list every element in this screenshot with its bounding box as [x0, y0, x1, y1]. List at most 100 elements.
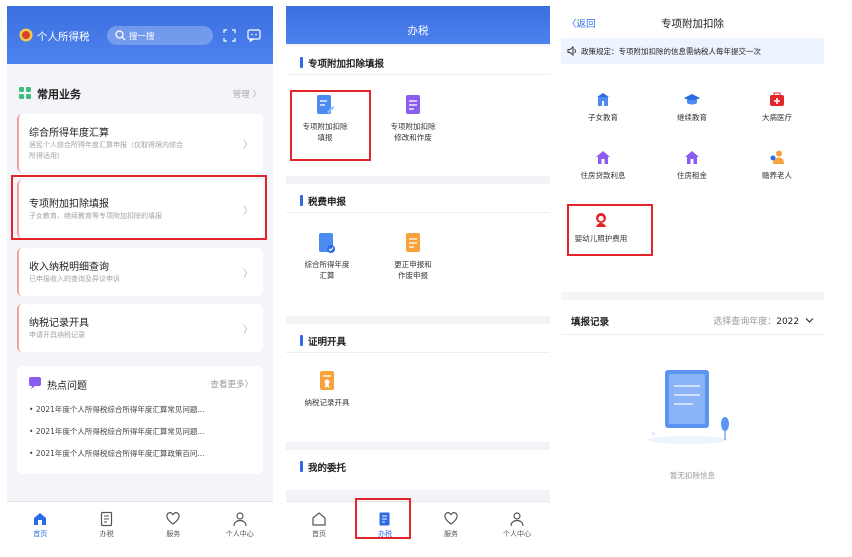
tab-profile[interactable]: 个人中心 — [220, 511, 260, 539]
hot-item-text: 2021年度个人所得税综合所得年度汇算政策百问... — [35, 449, 205, 458]
tile-label: 修改和作废 — [394, 133, 432, 142]
category-continuing-education[interactable]: 继续教育 — [657, 92, 727, 123]
section-accent — [300, 461, 303, 472]
divider — [286, 212, 550, 213]
service-card-tax-record[interactable]: 纳税记录开具 申请开具纳税记录 〉 — [17, 304, 263, 352]
policy-notice: 政策规定：专项附加扣除的信息需纳税人每年提交一次 — [561, 38, 824, 64]
message-icon[interactable] — [247, 29, 261, 42]
category-housing-loan[interactable]: 住房贷款利息 — [568, 150, 638, 181]
tile-correction[interactable]: 更正申报和 作废申报 — [378, 232, 448, 281]
home-header: 个人所得税 搜一搜 — [7, 6, 273, 64]
category-label: 赡养老人 — [762, 171, 792, 180]
graduation-cap-icon — [684, 94, 700, 105]
section-accent — [300, 57, 303, 68]
tile-label: 作废申报 — [398, 271, 428, 280]
chevron-right-icon: 〉 — [243, 325, 253, 336]
tab-service[interactable]: 服务 — [153, 511, 193, 539]
home-screen: 个人所得税 搜一搜 常用业务 管理 〉 综合所得年度汇算 居民个人综合所得年度汇… — [7, 6, 273, 547]
search-icon — [115, 30, 126, 41]
document-edit-icon — [100, 511, 112, 526]
gap — [561, 292, 824, 300]
manage-link[interactable]: 管理 〉 — [233, 88, 261, 100]
tab-label: 办税 — [99, 529, 114, 538]
service-desc: 居民个人综合所得年度汇算申报（仅取得境内综合 — [29, 141, 183, 149]
tile-label: 专项附加扣除 — [390, 122, 436, 131]
user-icon — [510, 511, 524, 526]
records-title: 填报记录 — [571, 317, 610, 328]
service-card-annual-settlement[interactable]: 综合所得年度汇算 居民个人综合所得年度汇算申报（仅取得境内综合 所得适用） 〉 — [17, 114, 263, 172]
service-title: 收入纳税明细查询 — [29, 262, 109, 273]
tab-home[interactable]: 首页 — [20, 511, 60, 539]
chevron-down-icon — [805, 318, 814, 323]
tile-deduction-modify[interactable]: 专项附加扣除 修改和作废 — [378, 94, 448, 143]
scan-icon[interactable] — [223, 29, 236, 42]
divider — [286, 352, 550, 353]
bottom-tab-bar: 首页 办税 服务 个人中心 — [286, 501, 550, 547]
service-desc: 所得适用） — [29, 152, 64, 160]
tile-tax-record[interactable]: 纳税记录开具 — [292, 370, 362, 408]
special-deduction-screen: 〈返回 专项附加扣除 政策规定：专项附加扣除的信息需纳税人每年提交一次 子女教育… — [561, 6, 824, 547]
section-title: 专项附加扣除填报 — [308, 59, 385, 70]
hot-item[interactable]: • 2021年度个人所得税综合所得年度汇算常见问题... — [29, 426, 205, 437]
category-serious-illness[interactable]: 大病医疗 — [742, 92, 812, 123]
tab-tax[interactable]: 办税 — [87, 511, 127, 539]
home-icon — [312, 511, 326, 526]
section-tax-declaration: 税费申报 综合所得年度 汇算 更正申报和 作废申报 — [286, 184, 550, 316]
section-title: 我的委托 — [308, 463, 347, 474]
category-housing-rent[interactable]: 住房租金 — [657, 150, 727, 181]
hot-item[interactable]: • 2021年度个人所得税综合所得年度汇算常见问题... — [29, 404, 205, 415]
category-label: 大病医疗 — [762, 113, 792, 122]
category-label: 子女教育 — [588, 113, 618, 122]
records-section: 填报记录 选择查询年度：2022 + 暂无扣除信息 — [561, 300, 824, 547]
heart-hands-icon — [166, 511, 180, 525]
tax-emblem-icon — [19, 28, 33, 42]
tab-label: 首页 — [312, 529, 326, 538]
chevron-right-icon: 〉 — [243, 269, 253, 280]
document-edit-icon — [406, 233, 420, 252]
hot-item-text: 2021年度个人所得税综合所得年度汇算常见问题... — [35, 427, 205, 436]
service-card-income-query[interactable]: 收入纳税明细查询 已申报收入的查询及异议申诉 〉 — [17, 248, 263, 296]
tab-service[interactable]: 服务 — [431, 511, 471, 539]
tab-label: 服务 — [444, 529, 458, 538]
hot-item-text: 2021年度个人所得税综合所得年度汇算常见问题... — [35, 405, 205, 414]
tile-label: 汇算 — [319, 271, 335, 280]
tile-label: 纳税记录开具 — [304, 398, 350, 407]
tab-profile[interactable]: 个人中心 — [497, 511, 537, 539]
tab-label: 个人中心 — [225, 529, 254, 538]
highlight-box — [567, 204, 653, 256]
notice-text: 政策规定：专项附加扣除的信息需纳税人每年提交一次 — [581, 47, 761, 56]
year-value: 2022 — [776, 317, 800, 327]
more-link[interactable]: 查看更多〉 — [210, 378, 253, 390]
section-title: 常用业务 — [37, 88, 81, 101]
medical-kit-icon — [770, 92, 784, 106]
tile-label: 综合所得年度 — [304, 260, 350, 269]
app-title: 个人所得税 — [37, 31, 90, 43]
category-child-education[interactable]: 子女教育 — [568, 92, 638, 123]
section-my-delegation: 我的委托 — [286, 450, 550, 490]
page-title: 专项附加扣除 — [661, 18, 724, 30]
highlight-box — [290, 90, 371, 161]
year-selector[interactable]: 选择查询年度：2022 — [713, 314, 814, 327]
certificate-icon — [320, 371, 334, 390]
section-special-deduction: 专项附加扣除填报 专项附加扣除 填报 专项附加扣除 修改和作废 — [286, 46, 550, 176]
category-label: 继续教育 — [677, 113, 707, 122]
category-grid: 子女教育 继续教育 大病医疗 住房贷款利息 住房租金 赡养老人 婴幼儿照护费用 — [561, 64, 824, 292]
speaker-icon — [567, 46, 576, 56]
school-icon — [597, 93, 609, 106]
screenshot-collage: 个人所得税 搜一搜 常用业务 管理 〉 综合所得年度汇算 居民个人综合所得年度汇… — [0, 0, 852, 557]
tab-home[interactable]: 首页 — [299, 511, 339, 539]
hot-item[interactable]: • 2021年度个人所得税综合所得年度汇算政策百问... — [29, 448, 205, 459]
category-elderly-support[interactable]: 赡养老人 — [742, 150, 812, 181]
search-bar[interactable]: 搜一搜 — [107, 26, 213, 45]
bottom-tab-bar: 首页 办税 服务 个人中心 — [7, 501, 273, 547]
elderly-person-icon — [770, 150, 784, 164]
search-placeholder: 搜一搜 — [129, 32, 155, 42]
section-accent — [300, 335, 303, 346]
year-label: 选择查询年度： — [713, 317, 777, 327]
tile-annual-settlement[interactable]: 综合所得年度 汇算 — [292, 232, 362, 281]
highlight-box — [355, 498, 411, 539]
service-title: 综合所得年度汇算 — [29, 128, 109, 139]
section-title: 证明开具 — [308, 337, 347, 348]
heart-hands-icon — [444, 511, 458, 525]
tax-services-screen: 办税 专项附加扣除填报 专项附加扣除 填报 专项附加扣除 修改和作废 税费申报 — [286, 6, 550, 547]
